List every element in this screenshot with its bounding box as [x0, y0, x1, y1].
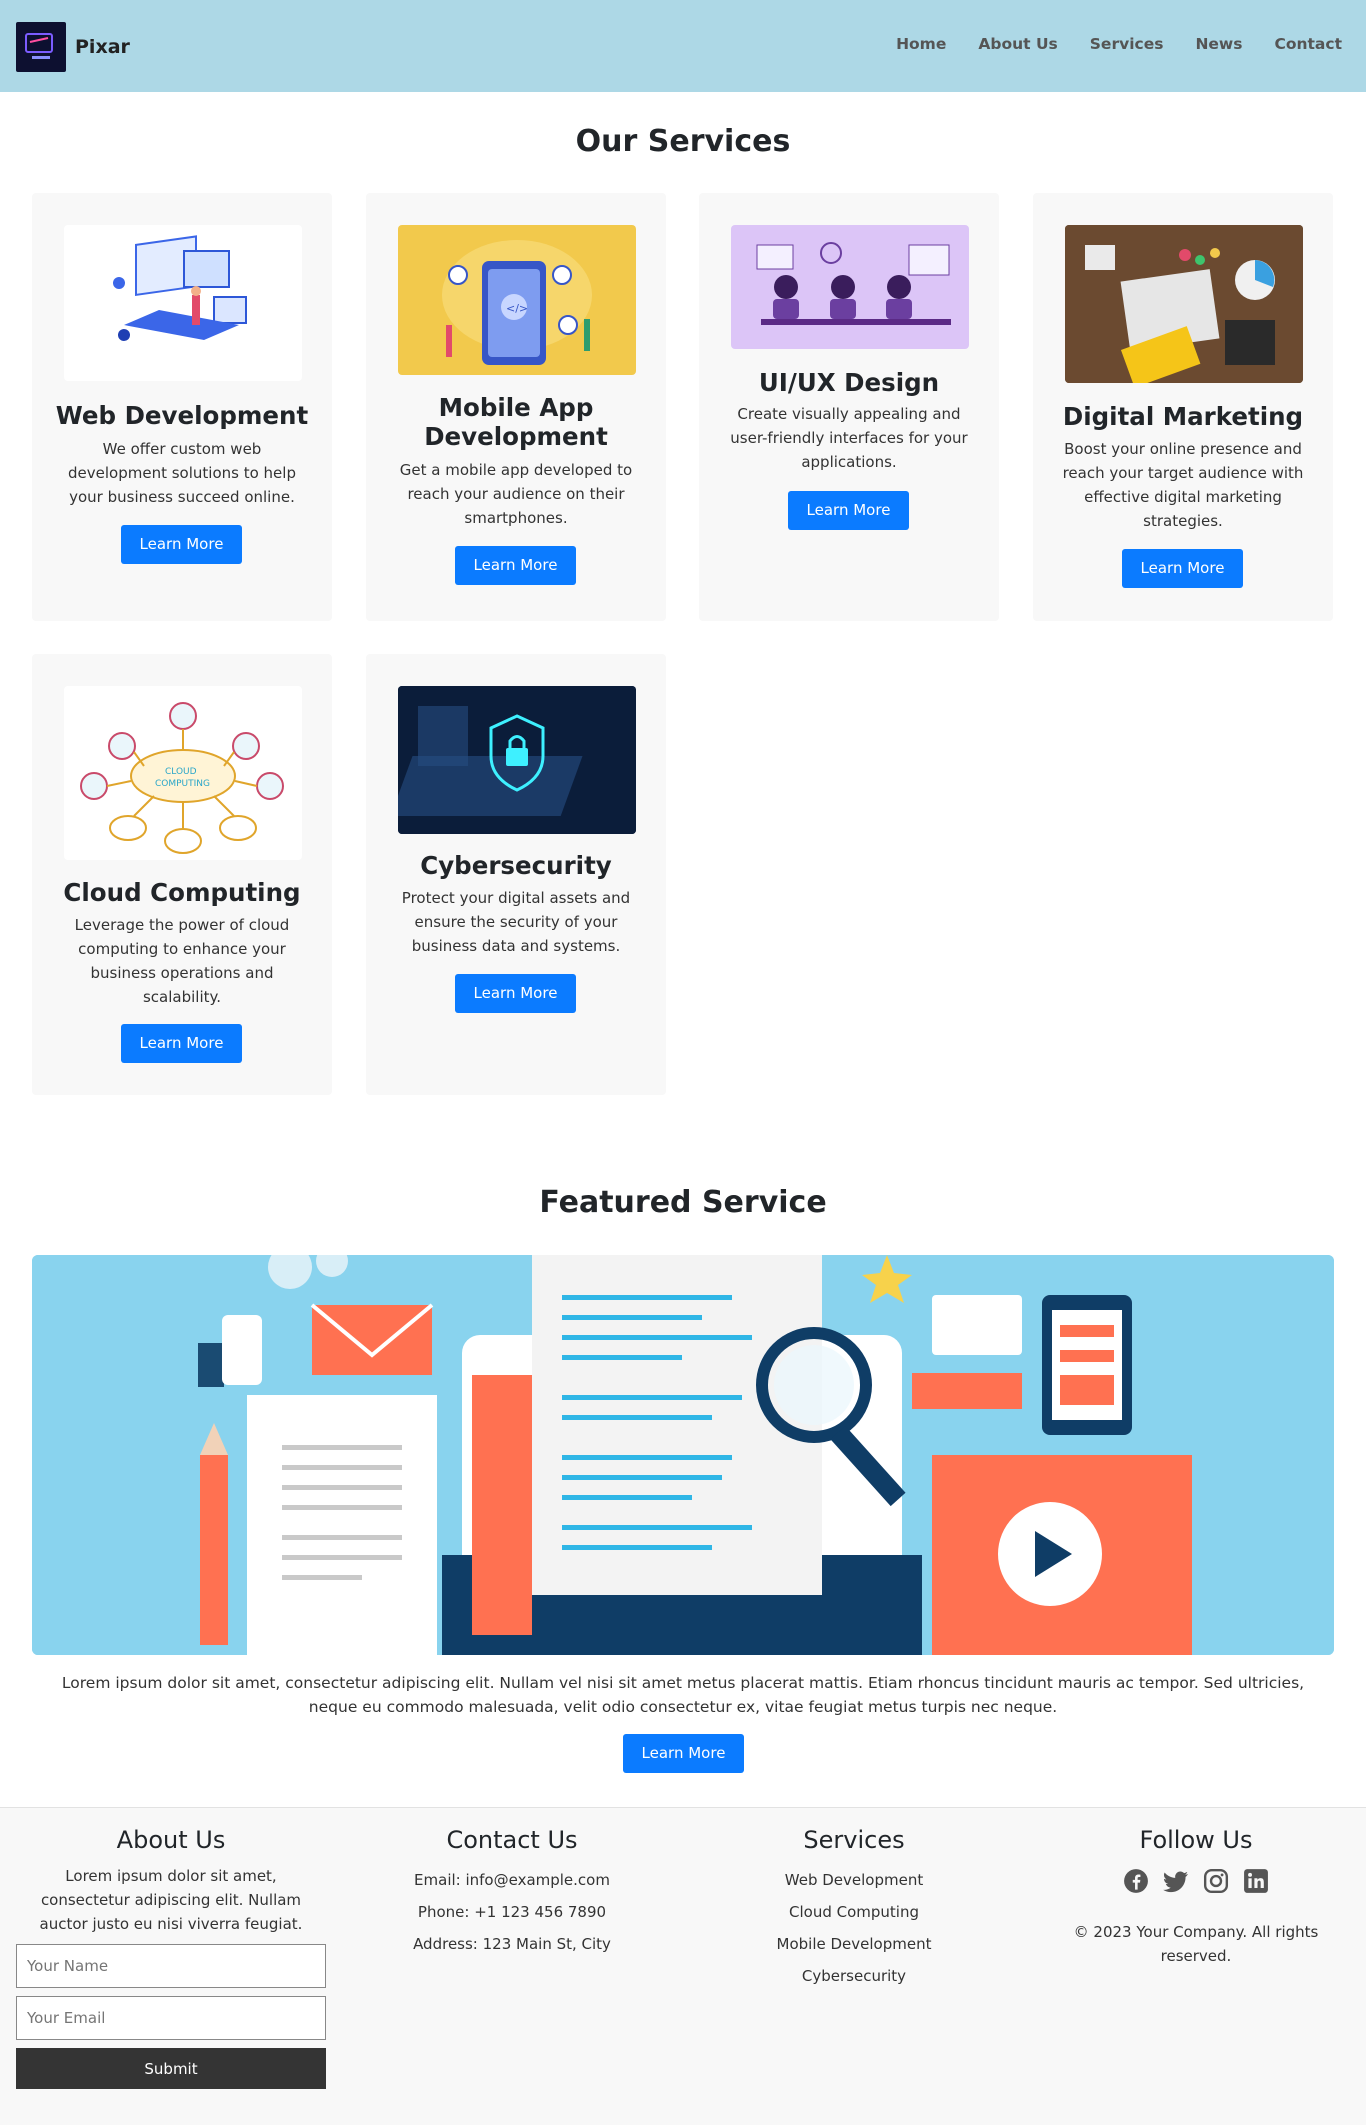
footer-contact-title: Contact Us: [446, 1826, 578, 1854]
card-title: Cybersecurity: [420, 851, 612, 880]
nav-home[interactable]: Home: [896, 35, 946, 53]
submit-button[interactable]: Submit: [16, 2048, 326, 2089]
phone-illustration-icon: </>: [398, 225, 636, 375]
svg-text:COMPUTING: COMPUTING: [155, 779, 210, 789]
card-text: Get a mobile app developed to reach your…: [399, 461, 633, 527]
footer-services: Services Web Development Cloud Computing…: [704, 1826, 1004, 1992]
footer-follow: Follow Us © 2023 Your Company. All right…: [1036, 1826, 1356, 1968]
social-links: [1036, 1868, 1356, 1894]
services-title: Our Services: [575, 124, 791, 159]
name-field[interactable]: [16, 1944, 326, 1988]
service-card-ui-ux-design: UI/UX Design Create visually appealing a…: [699, 193, 999, 621]
facebook-icon[interactable]: [1123, 1868, 1149, 1894]
card-title: Cloud Computing: [63, 878, 301, 907]
learn-more-button[interactable]: Learn More: [788, 491, 909, 530]
nav-news[interactable]: News: [1195, 35, 1242, 53]
card-title: Web Development: [55, 401, 309, 430]
card-text: Leverage the power of cloud computing to…: [74, 916, 290, 1006]
card-text: We offer custom web development solution…: [68, 440, 296, 506]
footer-service-link[interactable]: Cloud Computing: [704, 1896, 1004, 1928]
service-card-mobile-app-development: </> Mobile App Development Get a mobile …: [366, 193, 666, 621]
footer-about: About Us Lorem ipsum dolor sit amet, con…: [16, 1826, 326, 2089]
footer-about-title: About Us: [116, 1826, 226, 1854]
featured-text: Lorem ipsum dolor sit amet, consectetur …: [61, 1674, 1305, 1716]
copyright: © 2023 Your Company. All rights reserved…: [1073, 1923, 1319, 1965]
instagram-icon[interactable]: [1203, 1868, 1229, 1894]
footer-service-link[interactable]: Cybersecurity: [704, 1960, 1004, 1992]
laptop-illustration-icon: [64, 225, 302, 381]
svg-text:CLOUD: CLOUD: [165, 767, 197, 777]
footer-follow-title: Follow Us: [1139, 1826, 1253, 1854]
service-card-cybersecurity: Cybersecurity Protect your digital asset…: [366, 654, 666, 1095]
nav-services[interactable]: Services: [1090, 35, 1164, 53]
learn-more-button[interactable]: Learn More: [121, 525, 242, 564]
learn-more-button[interactable]: Learn More: [1122, 549, 1243, 588]
featured-title: Featured Service: [539, 1185, 827, 1220]
brand-logo[interactable]: [16, 22, 66, 72]
contact-address: Address: 123 Main St, City: [413, 1935, 611, 1953]
nav-contact[interactable]: Contact: [1274, 35, 1342, 53]
card-text: Boost your online presence and reach you…: [1062, 440, 1304, 530]
lock-photo-icon: [398, 686, 636, 834]
learn-more-button[interactable]: Learn More: [455, 546, 576, 585]
footer-services-title: Services: [803, 1826, 905, 1854]
brand[interactable]: Pixar: [16, 22, 130, 72]
twitter-icon[interactable]: [1163, 1868, 1189, 1894]
navbar: Pixar Home About Us Services News Contac…: [0, 0, 1366, 92]
featured-learn-more-button[interactable]: Learn More: [623, 1734, 744, 1773]
main-nav: Home About Us Services News Contact: [864, 35, 1342, 53]
designers-illustration-icon: [731, 225, 969, 349]
nav-about-us[interactable]: About Us: [978, 35, 1057, 53]
card-text: Create visually appealing and user-frien…: [730, 405, 968, 471]
service-card-digital-marketing: Digital Marketing Boost your online pres…: [1033, 193, 1333, 621]
svg-text:</>: </>: [506, 302, 528, 315]
footer-service-link[interactable]: Mobile Development: [704, 1928, 1004, 1960]
footer-service-link[interactable]: Web Development: [704, 1864, 1004, 1896]
footer-contact: Contact Us Email: info@example.com Phone…: [362, 1826, 662, 1960]
card-title: Mobile App Development: [424, 393, 608, 451]
desk-photo-icon: [1065, 225, 1303, 383]
linkedin-icon[interactable]: [1243, 1868, 1269, 1894]
email-field[interactable]: [16, 1996, 326, 2040]
footer-about-text: Lorem ipsum dolor sit amet, consectetur …: [39, 1867, 303, 1933]
card-title: Digital Marketing: [1062, 402, 1304, 431]
brand-name: Pixar: [75, 36, 130, 58]
learn-more-button[interactable]: Learn More: [121, 1024, 242, 1063]
contact-phone: Phone: +1 123 456 7890: [417, 1903, 607, 1921]
contact-email: Email: info@example.com: [414, 1871, 610, 1889]
card-title: UI/UX Design: [758, 368, 940, 397]
learn-more-button[interactable]: Learn More: [455, 974, 576, 1013]
cloud-diagram-icon: CLOUD COMPUTING: [64, 686, 302, 860]
footer: About Us Lorem ipsum dolor sit amet, con…: [0, 1807, 1366, 2125]
service-card-cloud-computing: CLOUD COMPUTING Cloud Computing Leverage…: [32, 654, 332, 1095]
service-card-web-development: Web Development We offer custom web deve…: [32, 193, 332, 621]
featured-illustration-icon: [32, 1255, 1334, 1655]
card-text: Protect your digital assets and ensure t…: [401, 889, 631, 955]
